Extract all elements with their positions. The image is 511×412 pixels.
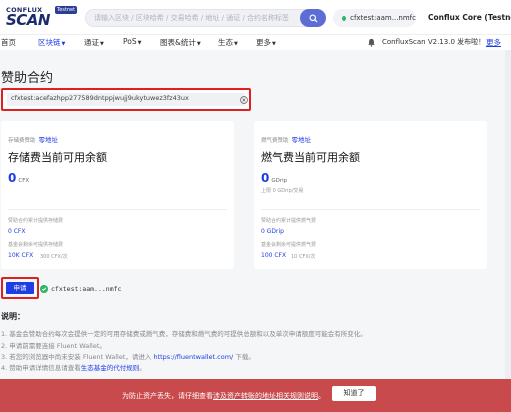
chevron-down-icon: ▼ [234, 41, 238, 47]
nav-home[interactable]: 首页 [1, 37, 16, 48]
storage-sponsor-row: 存储费赞助 零地址 [8, 134, 58, 144]
chevron-down-icon: ▼ [137, 40, 142, 46]
testnet-badge: Testnet [55, 6, 78, 14]
search-input[interactable]: 请输入区块 / 区块哈希 / 交易哈希 / 地址 / 通证 / 合约名称标签 [85, 9, 325, 27]
account-address: cfxtest:aam...nmfc [350, 14, 416, 22]
clear-icon[interactable] [240, 96, 248, 104]
description-line-4: 4. 赞助申请详情信息请查看生态基金的代付规则。 [1, 362, 146, 372]
gas-card-title: 燃气费当前可用余额 [261, 151, 360, 164]
storage-fee-card: 存储费赞助 零地址 存储费当前可用余额 0 CFX 赞助合约累计提供存储费 0 CF… [1, 121, 234, 269]
warning-toast: 为防止资产丢失，请仔细查看涉及资产转账的地址相关规则说明。 知道了 [0, 379, 511, 412]
apply-highlight: 申请 [1, 277, 39, 299]
description-line-3-end: 下载。 [235, 353, 255, 361]
address-value: cfxtest:acefazhpp277589dntppjwujj9ukytuw… [11, 94, 189, 102]
description-line-2: 2. 申请前需要连接 Fluent Wallet。 [1, 342, 106, 350]
page-title: 赞助合约 [1, 71, 54, 86]
check-icon [40, 285, 48, 293]
description-line-4-end: 。 [139, 364, 146, 372]
gas-balance: 0 GDrip [261, 167, 287, 186]
address-input[interactable]: cfxtest:acefazhpp277589dntppjwujj9ukytuw… [7, 93, 248, 106]
storage-remaining-label: 基金会剩余可提供存储费 [8, 242, 64, 248]
bell-icon[interactable] [367, 38, 376, 47]
chevron-down-icon: ▼ [61, 41, 66, 47]
gas-sponsor-row: 燃气费赞助 零地址 [261, 134, 311, 144]
nav-ecosystem-label: 生态 [218, 38, 233, 47]
contract-address-field[interactable]: cfxtest:acefazhpp277589dntppjwujj9ukytuw… [1, 88, 251, 111]
nav-blockchain-label: 区块链 [38, 38, 61, 47]
storage-balance: 0 CFX [8, 167, 29, 186]
chevron-down-icon: ▼ [272, 41, 276, 47]
storage-per-time: 300 CFX/次 [40, 254, 68, 260]
gas-balance-unit: GDrip [271, 178, 288, 184]
storage-sponsor-link[interactable]: 零地址 [39, 136, 59, 144]
gas-fee-card: 燃气费赞助 零地址 燃气费当前可用余额 0 GDrip 上限 0 GDrip/交易 … [254, 121, 487, 269]
divider [261, 209, 480, 210]
gas-remaining-label: 基金会剩余可提供燃气费 [261, 242, 317, 248]
nav-pos[interactable]: PoS▼ [123, 37, 141, 46]
top-header: CONFLUX SCAN Testnet 请输入区块 / 区块哈希 / 交易哈希… [0, 0, 511, 34]
confluxscan-logo[interactable]: CONFLUX SCAN Testnet [6, 6, 78, 30]
toast-message-text: 为防止资产丢失，请仔细查看 [122, 392, 213, 400]
search-placeholder: 请输入区块 / 区块哈希 / 交易哈希 / 地址 / 通证 / 合约名称标签 [94, 14, 290, 22]
toast-rules-link[interactable]: 涉及资产转账的地址相关规则说明 [213, 392, 318, 400]
account-pill[interactable]: cfxtest:aam...nmfc [333, 9, 416, 27]
gas-sponsor-link[interactable]: 零地址 [292, 136, 312, 144]
storage-remaining-value: 10K CFX [8, 252, 34, 259]
nav-tokens-label: 通证 [84, 38, 99, 47]
gas-provided-label: 赞助合约累计提供燃气费 [261, 218, 317, 224]
toast-message: 为防止资产丢失，请仔细查看涉及资产转账的地址相关规则说明。 [122, 391, 325, 401]
got-it-button[interactable]: 知道了 [332, 386, 376, 401]
nav-charts[interactable]: 图表&统计▼ [160, 37, 201, 48]
gas-provided-value: 0 GDrip [261, 228, 284, 235]
connected-dot-icon [342, 15, 347, 21]
apply-account: cfxtest:aam...nmfc [51, 285, 122, 293]
nav-tokens[interactable]: 通证▼ [84, 37, 104, 48]
apply-button[interactable]: 申请 [6, 282, 34, 294]
storage-card-title: 存储费当前可用余额 [8, 151, 107, 164]
search-icon [308, 13, 318, 23]
nav-ecosystem[interactable]: 生态▼ [218, 37, 238, 48]
network-selector[interactable]: Conflux Core (Testnet) [428, 13, 511, 22]
nav-pos-label: PoS [123, 37, 137, 46]
description-title: 说明： [1, 312, 25, 321]
description-line-3: 3. 若您的浏览器中尚未安装 Fluent Wallet，请进入 https:/… [1, 351, 255, 361]
sponsor-rules-link[interactable]: 生态基金的代付规则 [81, 364, 140, 372]
gas-remaining-value: 100 CFX [261, 252, 287, 259]
gas-limit-note: 上限 0 GDrip/交易 [261, 188, 304, 194]
storage-sponsor-label: 存储费赞助 [8, 138, 36, 144]
gas-balance-value: 0 [261, 171, 270, 185]
logo-scan-text: SCAN [6, 11, 50, 29]
chevron-down-icon: ▼ [196, 41, 201, 47]
nav-charts-label: 图表&统计 [160, 38, 196, 47]
storage-balance-value: 0 [8, 171, 17, 185]
main-nav: 首页 区块链▼ 通证▼ PoS▼ 图表&统计▼ 生态▼ 更多▼ ConfluxS… [0, 34, 511, 50]
nav-home-label: 首页 [1, 38, 16, 47]
scrollbar[interactable] [505, 50, 511, 379]
storage-balance-unit: CFX [18, 178, 30, 184]
chevron-down-icon: ▼ [100, 41, 104, 47]
more-link[interactable]: 更多 [486, 37, 501, 48]
gas-per-time: 10 CFX/次 [291, 254, 316, 260]
nav-more[interactable]: 更多▼ [256, 37, 276, 48]
nav-more-label: 更多 [256, 38, 271, 47]
description-line-3-text: 3. 若您的浏览器中尚未安装 Fluent Wallet，请进入 [1, 353, 152, 361]
description-line-1: 1. 基金会赞助合约每次会提供一定的可用存储费或燃气费，存储费和燃气费的可提供总… [1, 330, 367, 338]
storage-provided-label: 赞助合约累计提供存储费 [8, 218, 64, 224]
nav-blockchain[interactable]: 区块链▼ [38, 37, 65, 48]
search-button[interactable] [300, 9, 326, 27]
toast-message-end: 。 [318, 392, 325, 400]
description-line-4-text: 4. 赞助申请详情信息请查看 [1, 364, 81, 372]
storage-provided-value: 0 CFX [8, 228, 26, 235]
release-notice[interactable]: ConfluxScan V2.13.0 发布啦！ [382, 37, 485, 47]
gas-sponsor-label: 燃气费赞助 [261, 138, 289, 144]
fluentwallet-link[interactable]: https://fluentwallet.com/ [153, 353, 233, 361]
divider [8, 209, 227, 210]
